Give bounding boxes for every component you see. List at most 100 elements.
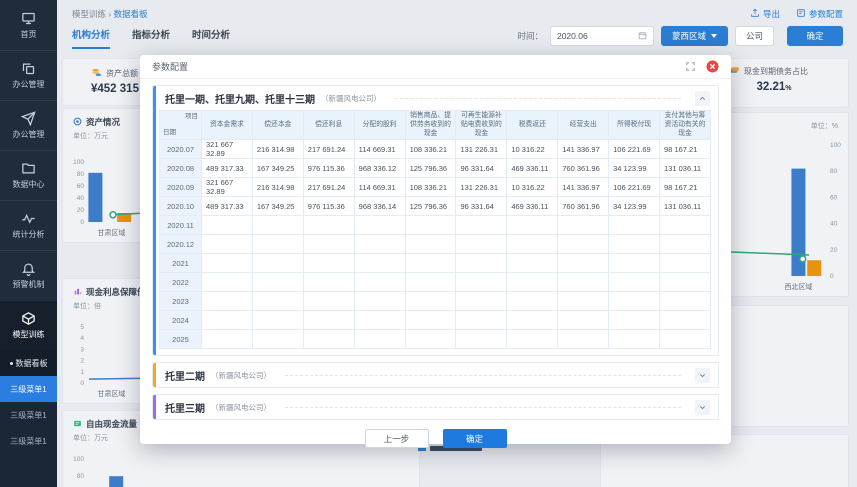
value-cell: 141 336.97 (557, 177, 610, 198)
region-dropdown-button[interactable]: 蒙西区域 (660, 26, 728, 46)
close-icon[interactable] (706, 60, 719, 73)
target-icon (73, 117, 82, 128)
value-cell: 141 336.97 (557, 139, 610, 160)
calendar-icon (638, 31, 647, 42)
sidebar-item-6[interactable]: 模型训练 (0, 300, 57, 350)
section-header[interactable]: 托里二期 （新疆风电公司） (153, 363, 718, 387)
previous-step-button[interactable]: 上一步 (364, 429, 429, 449)
modal-confirm-button[interactable]: 确定 (442, 429, 507, 449)
section-header[interactable]: 托里一期、托里九期、托里十三期 （新疆风电公司） (153, 86, 718, 110)
svg-text:100: 100 (73, 456, 84, 463)
value-cell: 96 331.64 (455, 158, 508, 179)
export-button[interactable]: 导出 (750, 8, 780, 20)
value-cell (404, 272, 457, 293)
table-row: 2023 (159, 291, 711, 312)
value-cell: 131 036.11 (659, 196, 711, 217)
doc-icon (73, 419, 82, 430)
value-cell (302, 291, 355, 312)
value-cell (608, 310, 661, 331)
svg-text:20: 20 (830, 247, 838, 254)
section-company: （新疆风电公司） (211, 370, 271, 380)
value-cell (455, 253, 508, 274)
sidebar-subitem-2[interactable]: 三级菜单1 (0, 402, 57, 428)
tab-2[interactable]: 时间分析 (192, 27, 230, 49)
sidebar-filler (0, 454, 57, 487)
value-cell (506, 310, 559, 331)
sidebar-item-1[interactable]: 办公管理 (0, 50, 57, 100)
table-corner-cell: 项目 日期 (159, 109, 202, 141)
chevron-up-icon[interactable] (695, 90, 710, 106)
value-cell (251, 215, 304, 236)
section-title: 托里二期 (165, 371, 205, 383)
due-debt-ratio-label: 现金到期债务占比 (744, 67, 808, 76)
app-window: 首页 办公管理 办公管理 数据中心 统计分析 预警机制 模型训练 数据看板 三级菜单1 三级菜单… (0, 0, 857, 487)
section-header[interactable]: 托里三期 （新疆风电公司） (153, 395, 718, 419)
table-row: 2020.08 489 317.33 167 349.25 976 115.36 968… (159, 158, 711, 179)
chevron-down-icon[interactable] (695, 367, 710, 383)
svg-text:60: 60 (77, 183, 85, 190)
value-cell (404, 253, 457, 274)
column-header: 偿还本金 (251, 109, 304, 141)
tab-0[interactable]: 机构分析 (72, 27, 111, 49)
value-cell (201, 291, 253, 312)
param-config-button[interactable]: 参数配置 (796, 8, 843, 20)
sidebar-subitem-3[interactable]: 三级菜单1 (0, 428, 57, 454)
value-cell (608, 291, 661, 312)
value-cell (404, 291, 457, 312)
value-cell (659, 329, 711, 350)
value-cell: 98 167.21 (659, 139, 711, 160)
tab-1[interactable]: 指标分析 (132, 27, 170, 49)
value-cell: 131 226.31 (455, 139, 508, 160)
breadcrumb-parent[interactable]: 模型训练 (72, 9, 106, 19)
sidebar-subitem-label: 数据看板 (15, 358, 48, 368)
corner-bottom-label: 日期 (163, 129, 176, 137)
sidebar-item-0[interactable]: 首页 (0, 0, 57, 50)
confirm-button[interactable]: 确定 (787, 26, 843, 46)
value-cell (404, 329, 457, 350)
value-cell (557, 272, 610, 293)
value-cell: 106 221.69 (608, 177, 661, 198)
value-cell (201, 310, 253, 331)
sidebar-item-4[interactable]: 统计分析 (0, 200, 57, 250)
value-cell: 216 314.98 (251, 177, 304, 198)
value-cell: 114 669.31 (353, 177, 406, 198)
time-picker-input[interactable]: 2020.06 (549, 26, 654, 46)
sidebar-subitem-0[interactable]: 数据看板 (0, 350, 57, 376)
sidebar-item-3[interactable]: 数据中心 (0, 150, 57, 200)
value-cell (608, 234, 661, 255)
folder-icon (21, 161, 36, 176)
svg-text:80: 80 (830, 168, 838, 175)
chevron-down-icon[interactable] (695, 399, 710, 415)
svg-text:80: 80 (77, 171, 85, 178)
sidebar-item-5[interactable]: 预警机制 (0, 250, 57, 300)
value-cell (353, 291, 406, 312)
sidebar-item-2[interactable]: 办公管理 (0, 100, 57, 150)
company-button[interactable]: 公司 (734, 26, 774, 46)
column-header: 所得税付现 (608, 109, 661, 141)
section-tuoli-3: 托里三期 （新疆风电公司） (152, 394, 719, 421)
value-cell (251, 234, 304, 255)
value-cell (404, 215, 457, 236)
value-cell: 321 667 32.89 (201, 139, 253, 160)
date-cell: 2024 (159, 310, 202, 331)
bullet-icon (9, 361, 13, 365)
value-cell (557, 291, 610, 312)
value-cell (251, 329, 304, 350)
value-cell: 976 115.36 (302, 158, 355, 179)
section-company: （新疆风电公司） (211, 402, 271, 412)
param-config-label: 参数配置 (808, 9, 843, 19)
value-cell (506, 215, 559, 236)
svg-text:1: 1 (80, 369, 84, 376)
value-cell: 217 691.24 (302, 177, 355, 198)
svg-text:0: 0 (80, 380, 84, 387)
sidebar-item-label: 统计分析 (12, 230, 45, 239)
fullscreen-icon[interactable] (685, 61, 696, 72)
value-cell: 321 667 32.89 (201, 177, 253, 198)
value-cell (506, 329, 559, 350)
value-cell: 125 796.36 (404, 196, 457, 217)
coins-icon (91, 67, 102, 80)
value-cell: 760 361.96 (557, 196, 610, 217)
due-debt-ratio-value: 32.21% (756, 81, 792, 93)
date-cell: 2021 (159, 253, 202, 274)
sidebar-subitem-1[interactable]: 三级菜单1 (0, 376, 57, 402)
